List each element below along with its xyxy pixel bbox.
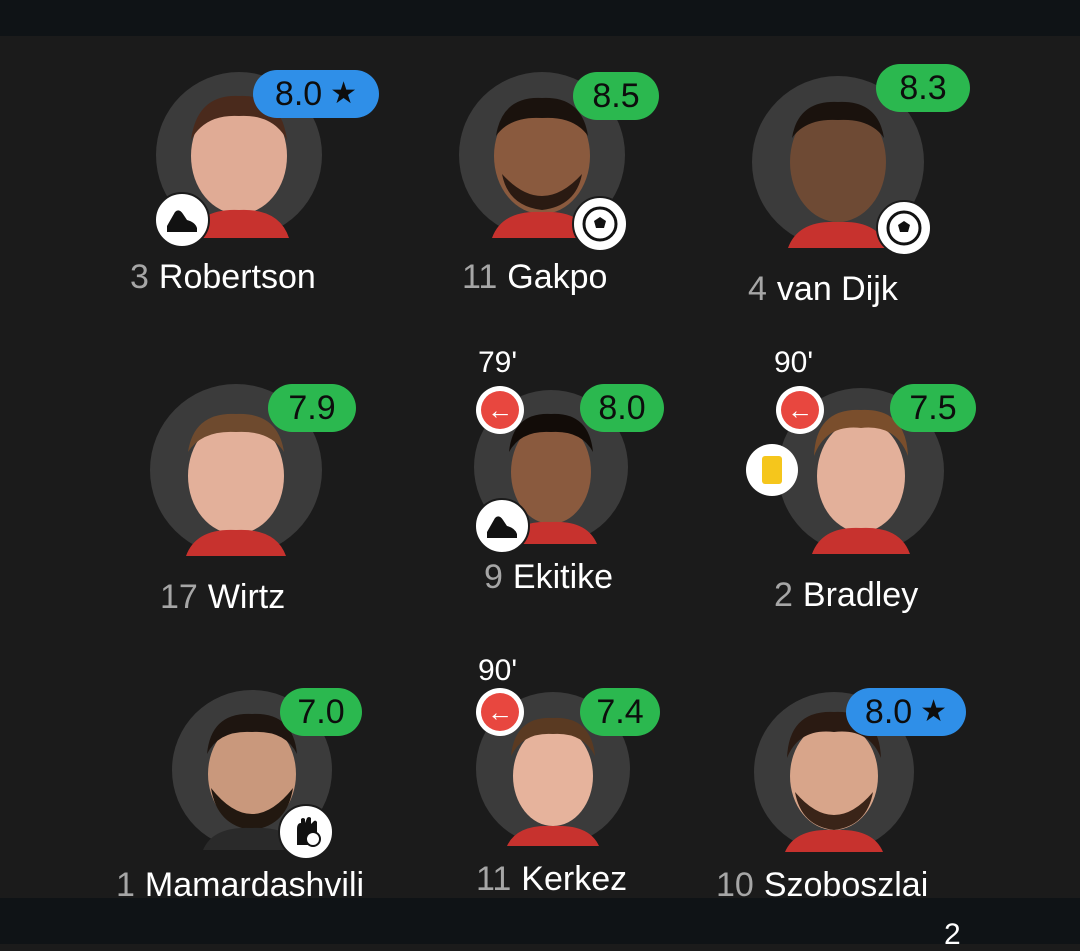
rating-badge: 8.0 xyxy=(580,384,664,432)
player-name: Gakpo xyxy=(507,258,608,296)
player-name: Ekitike xyxy=(512,558,614,596)
sub-arrow: ← xyxy=(481,391,519,429)
shirt-number: 4 xyxy=(748,270,767,308)
player-name-row: 3 Robertson xyxy=(130,258,316,297)
rating-value: 7.0 xyxy=(297,693,345,731)
substitution-out-icon: ← xyxy=(476,688,524,736)
shirt-number: 11 xyxy=(476,860,512,898)
rating-value: 8.0 xyxy=(274,75,323,113)
substitution-minute: 79' xyxy=(478,346,518,379)
player-name-row: 2 Bradley xyxy=(774,576,918,615)
player-name: Wirtz xyxy=(207,578,286,616)
rating-badge: 7.9 xyxy=(268,384,356,432)
rating-badge: 7.4 xyxy=(580,688,660,736)
rating-value: 8.3 xyxy=(899,69,947,107)
rating-value: 7.4 xyxy=(596,693,644,731)
player-name: Robertson xyxy=(158,258,316,296)
player-name-row: 17 Wirtz xyxy=(160,578,285,617)
sub-arrow: ← xyxy=(481,693,519,731)
boot-icon xyxy=(154,192,210,248)
star-icon: ★ xyxy=(920,695,948,728)
rating-value: 8.0 xyxy=(598,389,646,427)
rating-value: 8.0 xyxy=(864,693,913,731)
substitution-out-icon: ← xyxy=(776,386,824,434)
yellow-card-icon xyxy=(746,444,798,496)
goalkeeper-glove-icon xyxy=(278,804,334,860)
player-name-row: 11 Kerkez xyxy=(476,860,627,899)
player-name: Bradley xyxy=(802,576,919,614)
player-name-row: 4 van Dijk xyxy=(748,270,898,309)
football-icon xyxy=(572,196,628,252)
shirt-number: 2 xyxy=(774,576,793,614)
bottom-bar xyxy=(0,898,1080,944)
rating-value: 7.5 xyxy=(909,389,957,427)
star-icon: ★ xyxy=(330,77,358,110)
rating-badge: 8.3 xyxy=(876,64,970,112)
rating-badge: 8.0 ★ xyxy=(846,688,966,736)
substitution-minute: 90' xyxy=(478,654,518,687)
rating-value: 7.9 xyxy=(288,389,336,427)
player-name: van Dijk xyxy=(776,270,898,308)
shirt-number: 3 xyxy=(130,258,149,296)
top-bar xyxy=(0,0,1080,36)
substitution-out-icon: ← xyxy=(476,386,524,434)
shirt-number: 17 xyxy=(160,578,198,616)
rating-badge: 8.0 ★ xyxy=(253,70,379,118)
rating-badge: 7.0 xyxy=(280,688,362,736)
rating-badge: 8.5 xyxy=(573,72,659,120)
player-name-row: 9 Ekitike xyxy=(484,558,613,597)
rating-value: 8.5 xyxy=(592,77,640,115)
page-indicator: 2 xyxy=(944,918,961,951)
football-icon xyxy=(876,200,932,256)
substitution-minute: 90' xyxy=(774,346,814,379)
player-name-row: 11 Gakpo xyxy=(462,258,607,297)
sub-arrow: ← xyxy=(781,391,819,429)
shirt-number: 11 xyxy=(462,258,498,296)
boot-icon xyxy=(474,498,530,554)
player-name: Kerkez xyxy=(521,860,628,898)
rating-badge: 7.5 xyxy=(890,384,976,432)
shirt-number: 9 xyxy=(484,558,503,596)
